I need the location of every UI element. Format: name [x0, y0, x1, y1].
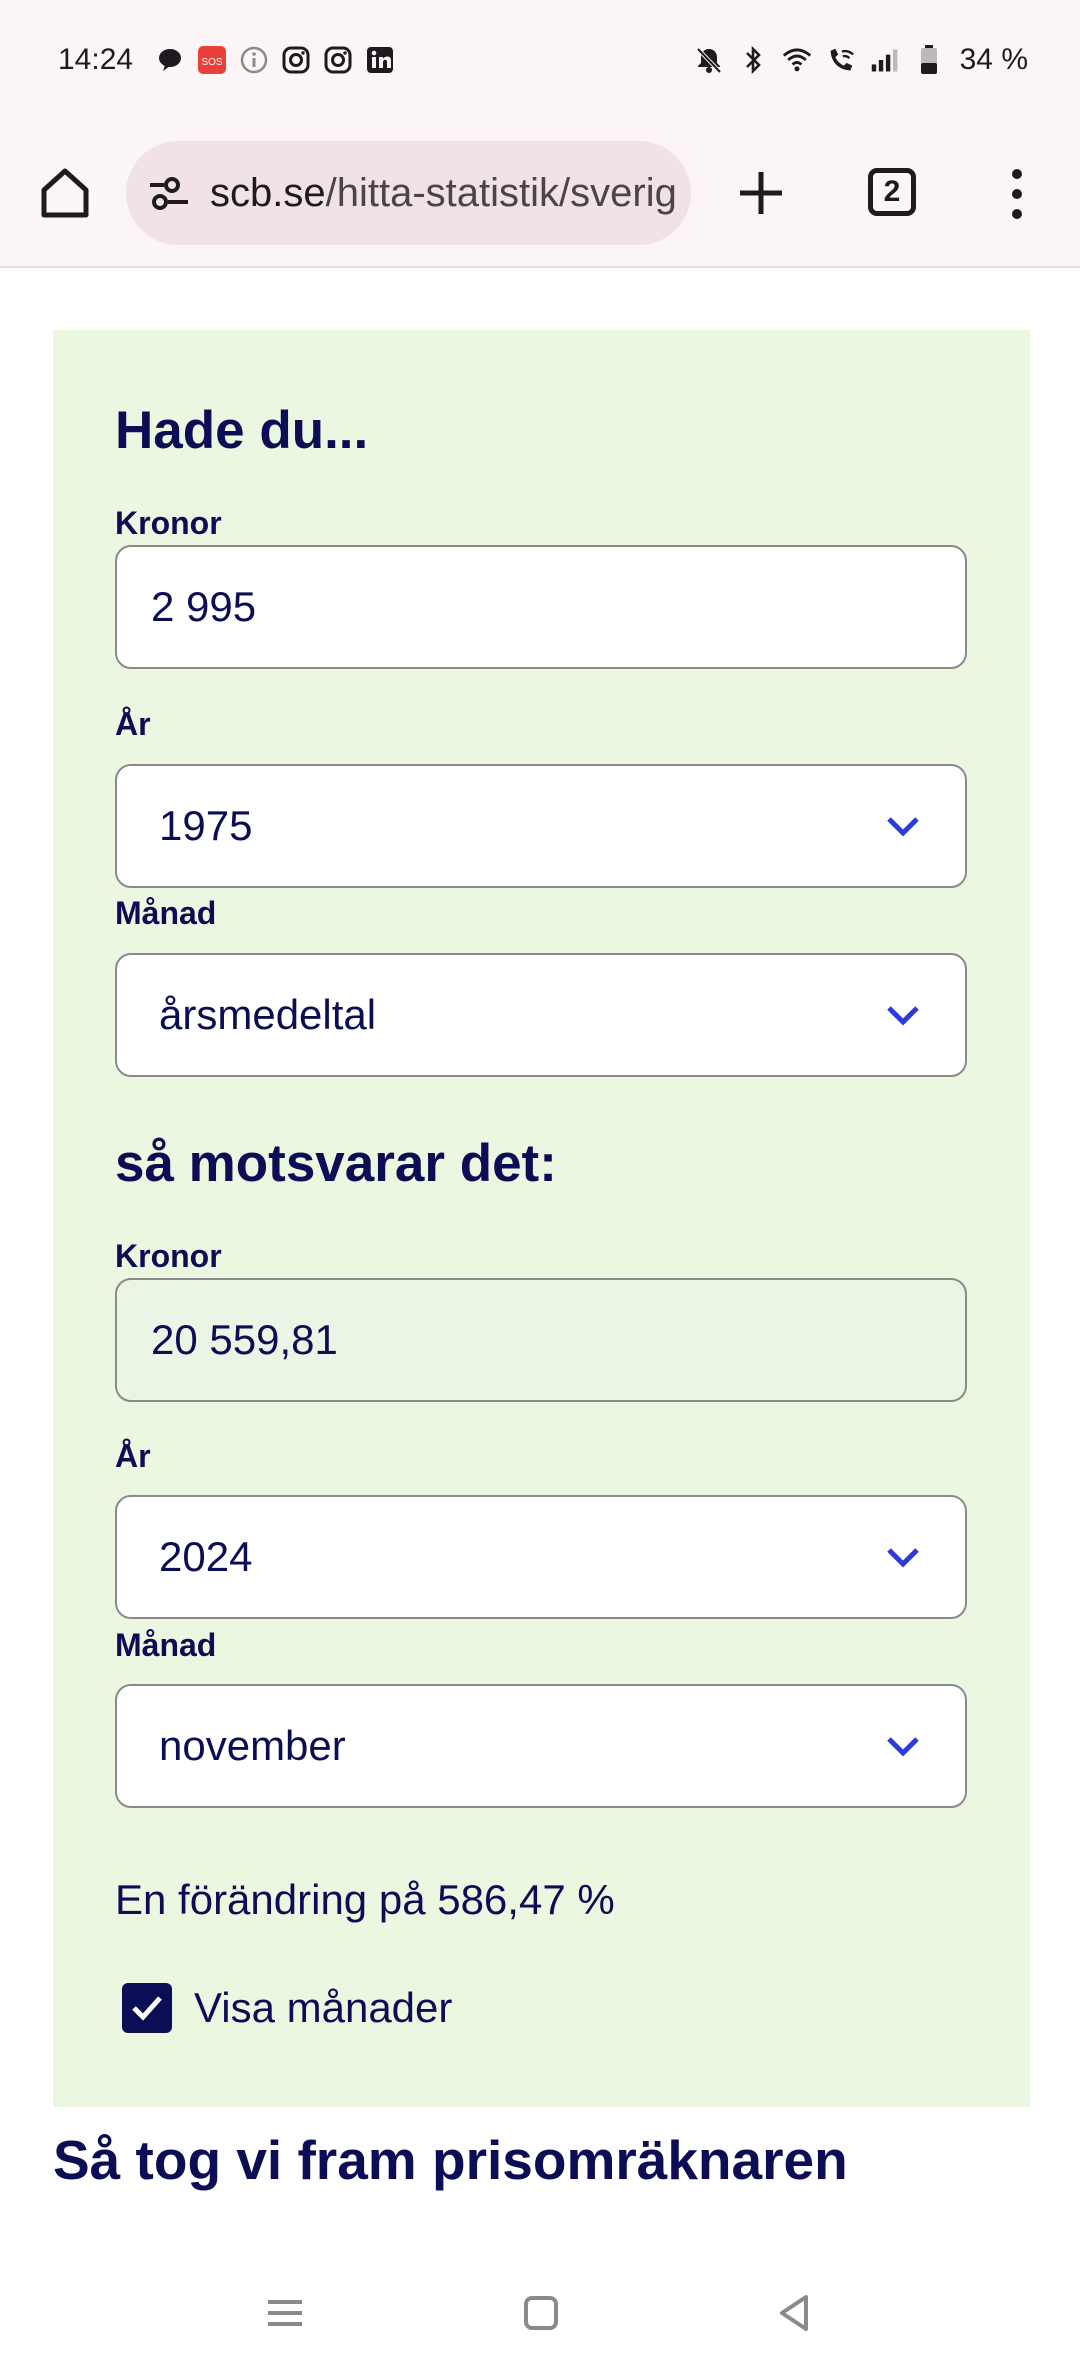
home-nav-icon[interactable] — [518, 2290, 564, 2336]
from-kronor-value: 2 995 — [151, 583, 257, 630]
new-tab-icon[interactable] — [730, 162, 792, 224]
to-month-select[interactable]: november — [115, 1684, 967, 1808]
instagram-icon — [281, 45, 311, 75]
tab-count: 2 — [883, 175, 901, 208]
url-text[interactable]: scb.se/hitta-statistik/sverig — [210, 171, 677, 216]
recent-apps-icon[interactable] — [262, 2290, 308, 2336]
svg-text:SOS: SOS — [202, 57, 223, 68]
back-icon[interactable] — [772, 2290, 818, 2336]
bluetooth-icon — [738, 45, 768, 75]
system-icons: 34 % — [694, 43, 1028, 77]
sos-icon: SOS — [197, 45, 227, 75]
to-year-value: 2024 — [159, 1533, 253, 1580]
site-settings-icon[interactable] — [146, 170, 192, 216]
from-kronor-label: Kronor — [115, 505, 222, 541]
from-kronor-input[interactable]: 2 995 — [115, 545, 967, 669]
checkmark-icon — [132, 1996, 162, 2021]
tab-switcher-button[interactable]: 2 — [868, 168, 916, 216]
chevron-down-icon — [887, 817, 919, 837]
wifi-icon — [782, 45, 812, 75]
from-year-value: 1975 — [159, 802, 253, 849]
show-months-row[interactable]: Visa månader — [122, 1983, 452, 2033]
from-year-select[interactable]: 1975 — [115, 764, 967, 888]
from-month-label: Månad — [115, 895, 217, 931]
to-year-label: År — [115, 1438, 151, 1474]
status-time: 14:24 — [58, 43, 134, 76]
mute-bell-icon — [694, 45, 724, 75]
from-month-value: årsmedeltal — [159, 991, 377, 1038]
chevron-down-icon — [887, 1737, 919, 1757]
to-year-select[interactable]: 2024 — [115, 1495, 967, 1619]
to-kronor-output: 20 559,81 — [115, 1278, 967, 1402]
from-month-select[interactable]: årsmedeltal — [115, 953, 967, 1077]
home-icon[interactable] — [34, 162, 96, 224]
show-months-checkbox[interactable] — [122, 1983, 172, 2033]
show-months-label[interactable]: Visa månader — [194, 1984, 452, 2032]
wifi-call-icon — [826, 45, 856, 75]
to-kronor-value: 20 559,81 — [151, 1316, 338, 1363]
from-year-label: År — [115, 706, 151, 742]
linkedin-icon — [365, 45, 395, 75]
more-menu-icon[interactable] — [1000, 164, 1034, 224]
url-path: /hitta-statistik/sverig — [325, 170, 677, 215]
section-heading: Så tog vi fram prisomräknaren — [53, 2129, 848, 2191]
heading-to: så motsvarar det: — [115, 1134, 557, 1193]
to-month-value: november — [159, 1722, 346, 1769]
heading-from: Hade du... — [115, 401, 369, 460]
battery-percent: 34 % — [959, 43, 1028, 76]
to-month-label: Månad — [115, 1627, 217, 1663]
signal-icon — [870, 45, 900, 75]
battery-icon — [914, 45, 944, 75]
status-bar: 14:24 SOS 34 % — [0, 0, 1080, 120]
browser-toolbar: scb.se/hitta-statistik/sverig 2 — [0, 120, 1080, 268]
chat-bubble-icon — [155, 45, 185, 75]
to-kronor-label: Kronor — [115, 1238, 222, 1274]
chevron-down-icon — [887, 1548, 919, 1568]
notification-icons: SOS — [155, 45, 395, 75]
instagram-icon — [323, 45, 353, 75]
address-bar[interactable]: scb.se/hitta-statistik/sverig — [126, 141, 691, 245]
info-icon — [239, 45, 269, 75]
url-host: scb.se — [210, 170, 326, 215]
chevron-down-icon — [887, 1006, 919, 1026]
system-nav-bar — [0, 2250, 1080, 2376]
change-percent-text: En förändring på 586,47 % — [115, 1876, 615, 1923]
